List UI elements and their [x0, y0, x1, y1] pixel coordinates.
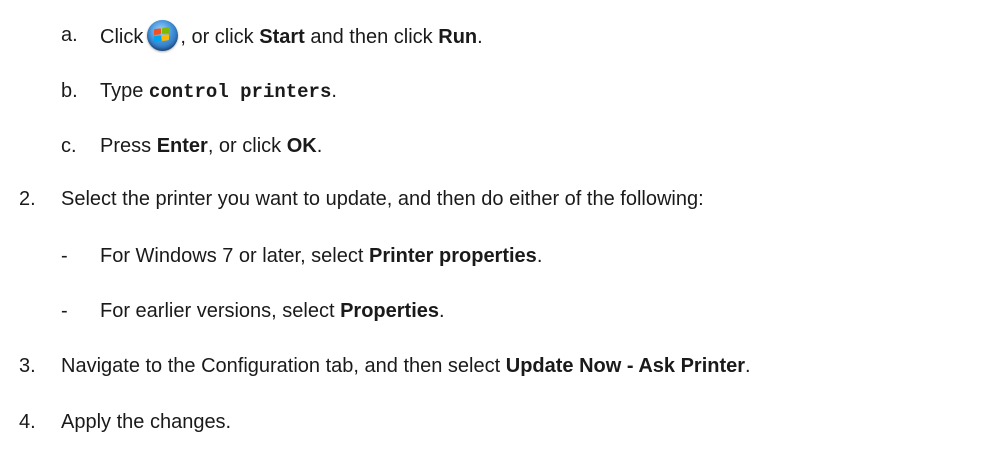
bullet-2-lead: For earlier versions, select [100, 300, 341, 322]
windows-start-orb-icon [147, 20, 179, 51]
step-4-marker: 4. [19, 411, 36, 433]
substep-a-and-then: and then click [304, 26, 439, 48]
bullet-2-marker: - [61, 300, 68, 322]
run-label: Run [438, 26, 478, 48]
substep-a-or-click: , or click [180, 26, 260, 48]
substep-a-period: . [477, 26, 483, 48]
step-3-text: Navigate to the Configuration tab, and t… [61, 351, 751, 381]
substep-a-click-label: Click [100, 26, 144, 48]
substep-b-period: . [331, 80, 337, 102]
substep-c-press-label: Press [100, 135, 157, 157]
substep-c-text: Press Enter, or click OK. [100, 131, 322, 161]
substep-b-text: Type control printers. [100, 76, 337, 107]
bullet-1-text: For Windows 7 or later, select Printer p… [100, 241, 542, 271]
bullet-1-period: . [536, 245, 543, 267]
update-now-ask-printer-label: Update Now - Ask Printer [505, 355, 746, 377]
step-3-marker: 3. [19, 355, 36, 377]
step-3-lead: Navigate to the Configuration tab, and t… [61, 355, 506, 377]
substep-a-marker: a. [61, 24, 78, 46]
substep-a-text: Click , or click Start and then click Run… [100, 20, 483, 52]
step-3-period: . [745, 355, 751, 377]
enter-label: Enter [156, 135, 208, 157]
substep-c-period: . [316, 135, 323, 157]
bullet-1-marker: - [61, 245, 68, 267]
bullet-2-period: . [439, 300, 445, 322]
substep-b-type-label: Type [100, 80, 149, 102]
step-2-marker: 2. [19, 188, 36, 210]
bullet-1-lead: For Windows 7 or later, select [100, 245, 369, 267]
step-2-text: Select the printer you want to update, a… [61, 188, 704, 210]
command-text: control printers [148, 81, 332, 103]
start-label: Start [259, 26, 305, 48]
substep-c-marker: c. [61, 135, 77, 157]
printer-properties-label: Printer properties [368, 245, 537, 267]
step-4-text: Apply the changes. [61, 411, 232, 433]
properties-label: Properties [340, 300, 440, 322]
substep-b-marker: b. [61, 80, 78, 102]
ok-label: OK [286, 135, 317, 157]
bullet-2-text: For earlier versions, select Properties. [100, 296, 445, 326]
substep-c-or-click: , or click [207, 135, 287, 157]
